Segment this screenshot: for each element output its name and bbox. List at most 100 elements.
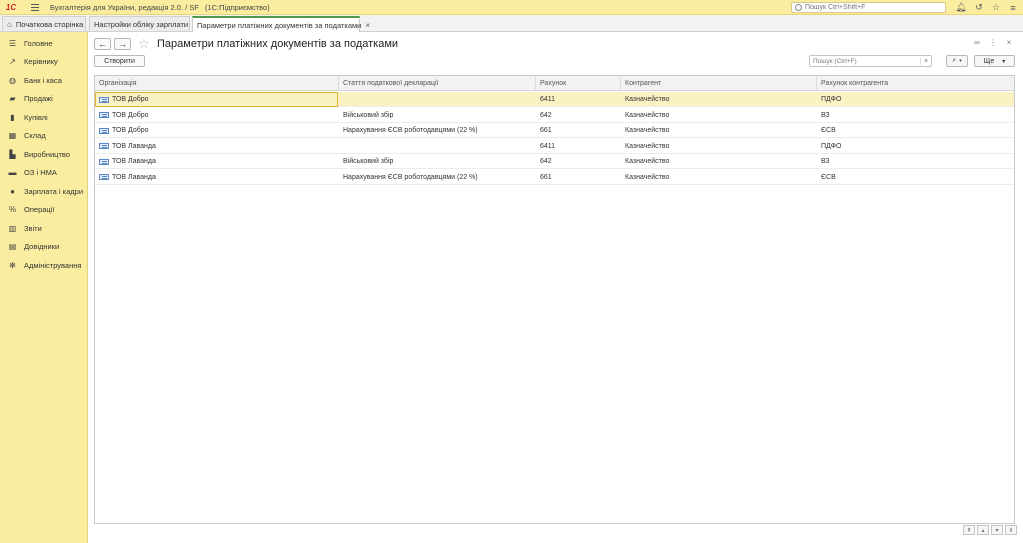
cell-organization[interactable]: ТОВ Лаванда: [95, 170, 339, 185]
record-icon: [99, 143, 109, 149]
cell-counterparty[interactable]: Казначейство: [621, 108, 817, 123]
sidebar-item-admin[interactable]: ✻ Адміністрування: [0, 256, 88, 274]
settings-menu-icon[interactable]: ≡: [1006, 2, 1020, 13]
cell-organization[interactable]: ТОВ Добро: [95, 108, 339, 123]
cell-account[interactable]: 6411: [536, 92, 621, 107]
cell-tax-article[interactable]: Нарахування ЄСВ роботодавцями (22 %): [339, 170, 536, 185]
column-header-tax-article[interactable]: Стаття податкової декларації: [339, 76, 536, 91]
cell-counterparty-account[interactable]: ПДФО: [817, 92, 1014, 107]
record-icon: [99, 158, 109, 165]
favorite-star-icon[interactable]: ☆: [138, 36, 150, 52]
create-button[interactable]: Створити: [94, 55, 145, 67]
cell-text: Казначейство: [625, 173, 670, 181]
cell-account[interactable]: 642: [536, 108, 621, 123]
cell-tax-article[interactable]: [339, 92, 536, 107]
cell-tax-article[interactable]: Військовий збір: [339, 108, 536, 123]
sidebar-item-label: Продажі: [24, 93, 53, 103]
close-icon[interactable]: ×: [365, 21, 370, 30]
back-button[interactable]: ←: [94, 38, 111, 50]
cell-text: Нарахування ЄСВ роботодавцями (22 %): [343, 173, 478, 181]
cell-counterparty[interactable]: Казначейство: [621, 139, 817, 154]
sidebar-item-label: ОЗ і НМА: [24, 167, 57, 177]
sidebar-item-manager[interactable]: ↗ Керівнику: [0, 52, 88, 70]
person-icon: ●: [10, 186, 15, 196]
cell-counterparty[interactable]: Казначейство: [621, 154, 817, 169]
page-title: Параметри платіжних документів за податк…: [157, 38, 399, 50]
cell-text: Казначейство: [625, 158, 670, 165]
cell-counterparty-account[interactable]: ЄСВ: [817, 170, 1014, 185]
table-row[interactable]: ТОВ Добро Нарахування ЄСВ роботодавцями (…: [95, 123, 1014, 138]
sidebar-item-catalogs[interactable]: ▤ Довідники: [0, 237, 88, 255]
sidebar-item-purchases[interactable]: ▮ Купівлі: [0, 108, 88, 126]
reports-icon: ▥: [8, 223, 17, 233]
sidebar-item-main[interactable]: ☰ Головне: [0, 34, 88, 52]
table-row[interactable]: ТОВ Лаванда Нарахування ЄСВ роботодавцями…: [95, 170, 1014, 185]
sidebar-item-operations[interactable]: % Операції: [0, 200, 88, 218]
sidebar-item-label: Керівнику: [24, 56, 58, 66]
table-row[interactable]: ТОВ Добро 6411 Казначейство ПДФО: [95, 92, 1014, 107]
list-search-input[interactable]: [810, 57, 920, 65]
sidebar-item-assets[interactable]: ▬ ОЗ і НМА: [0, 163, 88, 181]
close-icon[interactable]: ×: [1004, 38, 1014, 47]
cart-icon: ▮: [10, 112, 15, 122]
history-icon[interactable]: ↺: [972, 2, 986, 13]
sidebar-item-payroll[interactable]: ● Зарплата і кадри: [0, 182, 88, 200]
scroll-up-button[interactable]: ▴: [977, 525, 989, 535]
scroll-bottom-button[interactable]: ⇟: [1005, 525, 1017, 535]
cell-counterparty[interactable]: Казначейство: [621, 170, 817, 185]
table-row[interactable]: ТОВ Лаванда Військовий збір 642 Казначейств…: [95, 154, 1014, 169]
tab-label: Настройки обліку зарплати: [94, 19, 189, 29]
sidebar-item-bank[interactable]: ◍ Банк і каса: [0, 71, 88, 89]
cell-tax-article[interactable]: [339, 139, 536, 154]
link-icon[interactable]: ∞: [972, 38, 982, 47]
list-search[interactable]: ×: [809, 55, 932, 67]
cell-counterparty-account[interactable]: ВЗ: [817, 108, 1014, 123]
home-icon: ⌂: [7, 19, 12, 29]
favorites-icon[interactable]: ☆: [989, 2, 1003, 13]
cell-text: ТОВ Добро: [112, 127, 149, 134]
clear-icon[interactable]: ×: [920, 57, 931, 65]
cell-text: ВЗ: [821, 158, 830, 165]
bell-icon[interactable]: 🔔︎: [954, 2, 968, 13]
cell-counterparty-account[interactable]: ПДФО: [817, 139, 1014, 154]
tab-home[interactable]: ⌂ Початкова сторінка: [2, 16, 86, 31]
tab-payroll-settings[interactable]: Настройки обліку зарплати ×: [89, 16, 197, 31]
scroll-top-button[interactable]: ⇞: [963, 525, 975, 535]
main-menu-icon[interactable]: [28, 0, 42, 15]
column-header-counterparty[interactable]: Контрагент: [621, 76, 817, 91]
cell-account[interactable]: 6411: [536, 139, 621, 154]
cell-organization[interactable]: ТОВ Лаванда: [95, 139, 339, 154]
cell-counterparty[interactable]: Казначейство: [621, 123, 817, 138]
menu-lines-icon: ☰: [8, 38, 17, 48]
cell-counterparty-account[interactable]: ЄСВ: [817, 123, 1014, 138]
column-header-organization[interactable]: Організація: [95, 76, 339, 91]
cell-account[interactable]: 642: [536, 154, 621, 169]
global-search-input[interactable]: [805, 4, 935, 11]
cell-text: Казначейство: [625, 111, 670, 119]
cell-counterparty[interactable]: Казначейство: [621, 92, 817, 107]
find-button[interactable]: ⌕ ▾: [946, 55, 968, 67]
global-search[interactable]: [791, 2, 946, 13]
sidebar-item-production[interactable]: ▙ Виробництво: [0, 145, 88, 163]
cell-account[interactable]: 661: [536, 170, 621, 185]
cell-tax-article[interactable]: Нарахування ЄСВ роботодавцями (22 %): [339, 123, 536, 138]
tab-tax-payment-params[interactable]: Параметри платіжних документів за податк…: [192, 16, 370, 32]
table-row[interactable]: ТОВ Добро Військовий збір 642 Казначейство В…: [95, 108, 1014, 123]
table-row[interactable]: ТОВ Лаванда 6411 Казначейство ПДФО: [95, 139, 1014, 154]
cell-account[interactable]: 661: [536, 123, 621, 138]
sidebar-item-sales[interactable]: ▰ Продажі: [0, 89, 88, 107]
cell-counterparty-account[interactable]: ВЗ: [817, 154, 1014, 169]
cell-tax-article[interactable]: Військовий збір: [339, 154, 536, 169]
cell-organization[interactable]: ТОВ Добро: [95, 123, 339, 138]
more-label: Ще: [983, 57, 995, 65]
more-button[interactable]: Ще ▾: [974, 55, 1015, 67]
scroll-down-button[interactable]: ▾: [991, 525, 1003, 535]
sidebar: ☰ Головне ↗ Керівнику ◍ Банк і каса ▰ Продаж…: [0, 32, 88, 543]
sidebar-item-warehouse[interactable]: ▦ Склад: [0, 126, 88, 144]
column-header-account[interactable]: Рахунок: [536, 76, 621, 91]
more-vertical-icon[interactable]: ⋮: [988, 38, 998, 47]
cell-organization[interactable]: ТОВ Лаванда: [95, 154, 339, 169]
sidebar-item-reports[interactable]: ▥ Звіти: [0, 219, 88, 237]
column-header-counterparty-account[interactable]: Рахунок контрагента: [817, 76, 1014, 91]
forward-button[interactable]: →: [114, 38, 131, 50]
